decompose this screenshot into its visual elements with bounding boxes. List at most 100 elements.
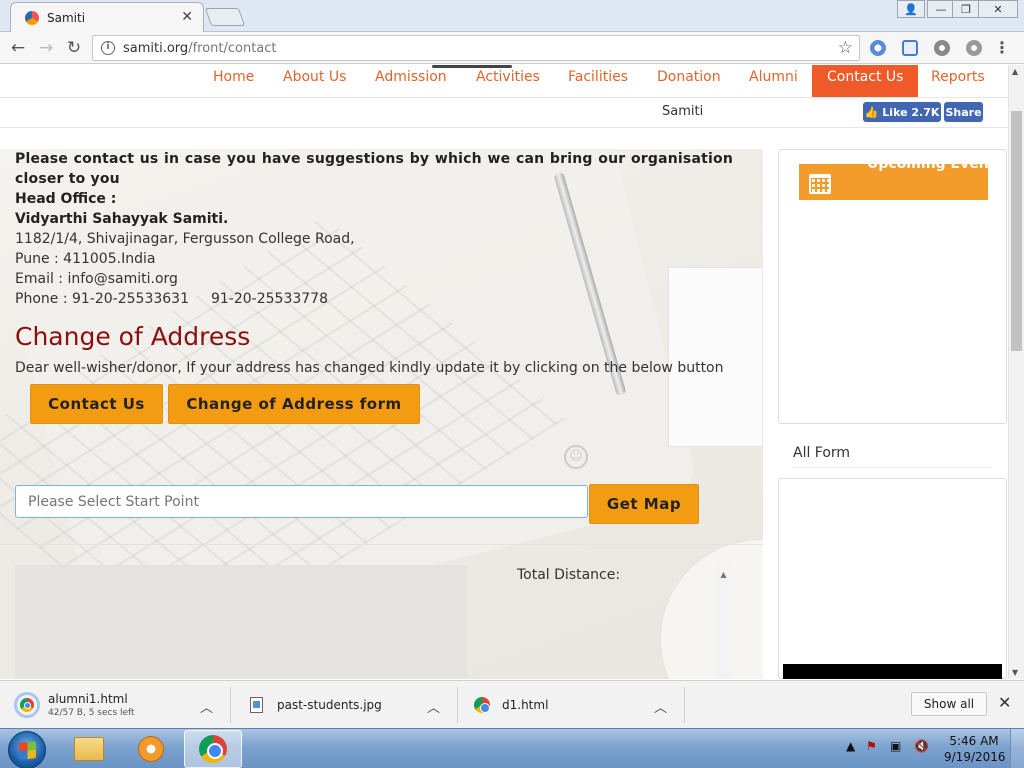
clock-date: 9/19/2016 — [944, 750, 1006, 764]
download-filename: d1.html — [502, 698, 549, 712]
chevron-up-icon[interactable]: ︿ — [200, 697, 213, 716]
chrome-icon — [199, 735, 227, 763]
download-separator — [230, 687, 231, 723]
nav-activities[interactable]: Activities — [476, 65, 540, 97]
nav-admission[interactable]: Admission — [375, 65, 447, 97]
action-center-icon[interactable]: ⚑ — [866, 739, 877, 753]
section-divider — [0, 544, 763, 545]
tab-title: Samiti — [47, 10, 86, 25]
taskbar-media-player[interactable] — [122, 730, 180, 768]
windows-taskbar: ▲ ⚑ ▣ 🔇 5:46 AM 9/19/2016 — [0, 728, 1024, 768]
close-icon: ✕ — [993, 2, 1003, 16]
change-of-address-description: Dear well-wisher/donor, If your address … — [15, 360, 724, 376]
nav-contact-us[interactable]: Contact Us — [812, 65, 919, 97]
city-line: Pune : 411005.India — [15, 251, 156, 267]
maximize-button[interactable]: ❐ — [952, 0, 980, 18]
upcoming-events-header: Upcoming Even — [799, 164, 988, 200]
contact-intro: Please contact us in case you have sugge… — [15, 151, 733, 187]
extension-icon-3[interactable] — [934, 40, 950, 56]
download-progress-ring — [14, 692, 40, 718]
show-desktop-button[interactable] — [1010, 729, 1024, 768]
download-item-alumni1[interactable]: alumni1.html 42/57 B, 5 secs left — [14, 681, 135, 729]
head-office-label: Head Office : — [15, 191, 117, 207]
image-file-icon — [250, 697, 263, 713]
browser-titlebar: Samiti ✕ 👤 — ❐ ✕ — [0, 0, 1024, 32]
facebook-like-button[interactable]: 👍 Like 2.7K — [863, 102, 941, 122]
phone-secondary: 91-20-25533778 — [210, 291, 328, 307]
contact-us-button[interactable]: Contact Us — [30, 384, 163, 424]
extension-icon-1[interactable] — [870, 40, 886, 56]
download-separator — [684, 687, 685, 723]
coffee-cup-illustration — [660, 539, 763, 679]
close-window-button[interactable]: ✕ — [978, 0, 1018, 18]
embedded-widget-bar — [783, 664, 1002, 679]
download-filename: past-students.jpg — [277, 698, 382, 712]
site-info-icon[interactable]: i — [101, 41, 115, 55]
user-icon: 👤 — [904, 2, 918, 16]
chrome-file-icon — [20, 698, 34, 712]
nav-donation[interactable]: Donation — [657, 65, 721, 97]
network-icon[interactable]: ▣ — [890, 739, 901, 753]
taskbar-chrome[interactable] — [184, 730, 242, 768]
site-favicon-icon — [25, 10, 39, 25]
nav-reports[interactable]: Reports — [931, 65, 985, 97]
bookmark-star-icon[interactable]: ☆ — [838, 38, 853, 58]
scroll-up-arrow-icon[interactable]: ▲ — [715, 570, 732, 579]
windows-logo-icon — [19, 741, 36, 760]
download-item-past-students[interactable]: past-students.jpg — [250, 681, 382, 729]
tab-close-icon[interactable]: ✕ — [181, 9, 193, 25]
maximize-icon: ❐ — [961, 2, 971, 16]
all-form-title: All Form — [793, 445, 992, 468]
address-bar[interactable]: i samiti.org/front/contact ☆ — [92, 35, 860, 61]
chevron-up-icon[interactable]: ︿ — [427, 697, 440, 716]
nav-home[interactable]: Home — [213, 65, 254, 97]
scroll-down-icon[interactable]: ▼ — [1012, 668, 1018, 677]
site-name-label: Samiti — [662, 104, 704, 119]
new-tab-button[interactable] — [204, 8, 246, 26]
address-line: 1182/1/4, Shivajinagar, Fergusson Colleg… — [15, 231, 355, 247]
show-all-downloads-button[interactable]: Show all — [911, 692, 987, 716]
minimize-icon: — — [935, 2, 947, 16]
chevron-up-icon[interactable]: ︿ — [654, 697, 667, 716]
map-canvas[interactable] — [15, 565, 467, 679]
social-bar: Samiti 👍 Like 2.7K Share — [0, 98, 1008, 128]
extension-icon-4[interactable] — [966, 40, 982, 56]
facebook-share-button[interactable]: Share — [944, 102, 983, 122]
reload-icon[interactable]: ↻ — [64, 38, 84, 58]
start-button[interactable] — [8, 731, 46, 768]
browser-tab[interactable]: Samiti ✕ — [10, 2, 204, 32]
volume-muted-icon[interactable]: 🔇 — [914, 739, 929, 753]
scrollbar-thumb[interactable] — [1011, 111, 1022, 351]
close-downloads-icon[interactable]: ✕ — [998, 693, 1011, 712]
system-clock[interactable]: 5:46 AM 9/19/2016 — [944, 733, 1006, 765]
forward-arrow-icon[interactable]: → — [36, 38, 56, 58]
page-viewport: Home About Us Admission Activities Facil… — [0, 65, 1008, 679]
user-profile-button[interactable]: 👤 — [897, 0, 925, 18]
browser-menu-icon[interactable]: ⋮ — [994, 38, 1010, 58]
back-arrow-icon[interactable]: ← — [8, 38, 28, 58]
directions-scrollbar[interactable]: ▲ — [715, 565, 732, 679]
nav-about-us[interactable]: About Us — [283, 65, 346, 97]
nav-facilities[interactable]: Facilities — [568, 65, 628, 97]
nav-alumni[interactable]: Alumni — [749, 65, 798, 97]
change-of-address-form-button[interactable]: Change of Address form — [168, 384, 420, 424]
tray-expand-icon[interactable]: ▲ — [846, 739, 855, 753]
download-filename: alumni1.html — [48, 692, 128, 706]
start-point-input[interactable] — [15, 485, 588, 518]
minimize-button[interactable]: — — [927, 0, 955, 18]
media-player-icon — [138, 736, 164, 762]
url-text: samiti.org/front/contact — [123, 41, 277, 56]
all-form-panel — [778, 478, 1007, 679]
get-map-button[interactable]: Get Map — [589, 484, 699, 524]
taskbar-explorer[interactable] — [60, 730, 118, 768]
total-distance-label: Total Distance: — [517, 567, 621, 583]
extension-icon-2[interactable] — [902, 40, 918, 56]
scroll-up-icon[interactable]: ▲ — [1012, 67, 1018, 76]
organisation-name: Vidyarthi Sahayyak Samiti. — [15, 211, 229, 227]
url-path: /front/contact — [188, 40, 277, 56]
page-scrollbar[interactable]: ▲ ▼ — [1008, 65, 1024, 679]
upcoming-events-title: Upcoming Even — [867, 164, 988, 172]
download-separator — [457, 687, 458, 723]
download-item-d1[interactable]: d1.html — [474, 681, 548, 729]
url-host: samiti.org — [123, 40, 189, 56]
